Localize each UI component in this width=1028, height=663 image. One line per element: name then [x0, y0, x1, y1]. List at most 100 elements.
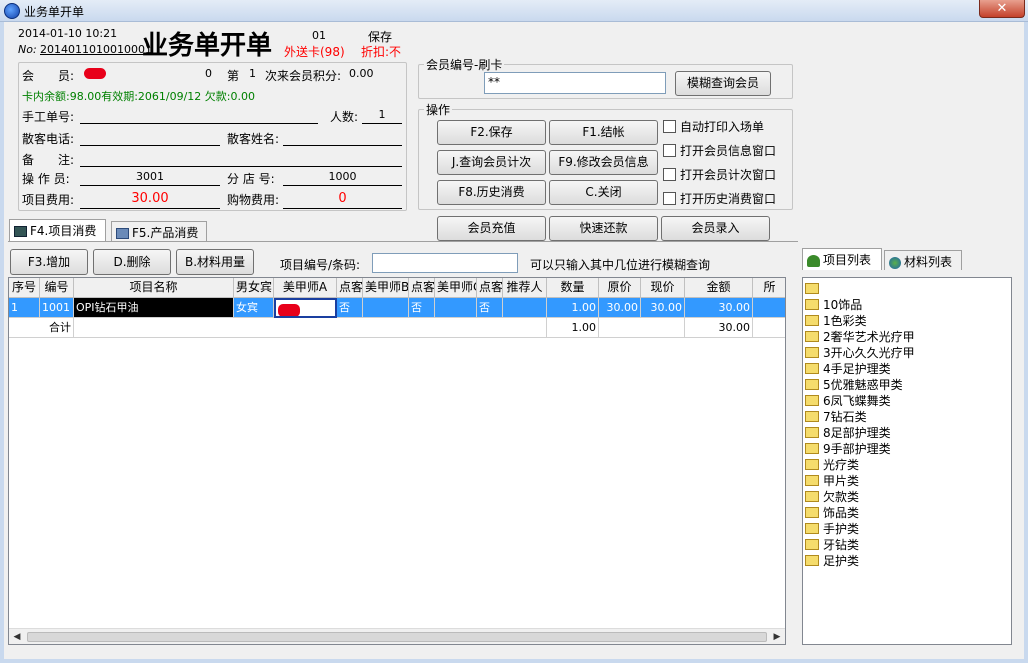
col-pick-a[interactable]: 点客: [337, 278, 363, 298]
col-extra[interactable]: 所: [753, 278, 785, 298]
branch-field[interactable]: 1000: [283, 170, 402, 186]
query-member-count-button[interactable]: J.查询会员计次: [437, 150, 546, 175]
history-consumption-button[interactable]: F8.历史消费: [437, 180, 546, 205]
cell-tech-a[interactable]: [274, 298, 337, 318]
grid-horizontal-scrollbar[interactable]: ◀ ▶: [9, 628, 785, 644]
tree-item[interactable]: 牙钻类: [805, 537, 859, 553]
tab-material-list[interactable]: 材料列表: [884, 250, 962, 270]
manual-no-field[interactable]: [80, 108, 318, 124]
col-seq[interactable]: 序号: [9, 278, 40, 298]
tree-item[interactable]: 饰品类: [805, 505, 859, 521]
col-code[interactable]: 编号: [40, 278, 74, 298]
grid-scroll-thumb[interactable]: [27, 632, 767, 642]
cell-price[interactable]: 30.00: [641, 298, 685, 318]
operator-field[interactable]: 3001: [80, 170, 220, 186]
member-recharge-button[interactable]: 会员充值: [437, 216, 546, 241]
tab-product-consumption[interactable]: F5.产品消费: [111, 221, 207, 241]
cell-qty[interactable]: 1.00: [547, 298, 599, 318]
tree-item-label: 饰品类: [823, 506, 860, 520]
cell-tech-b[interactable]: [363, 298, 409, 318]
tree-item[interactable]: 7钻石类: [805, 409, 867, 425]
note-field[interactable]: [80, 151, 402, 167]
total-qty: 1.00: [547, 318, 599, 338]
tree-item[interactable]: 5优雅魅惑甲类: [805, 377, 903, 393]
member-entry-button[interactable]: 会员录入: [661, 216, 770, 241]
tree-item[interactable]: 光疗类: [805, 457, 859, 473]
col-tech-a[interactable]: 美甲师A: [274, 278, 337, 298]
cell-pick-a[interactable]: 否: [337, 298, 363, 318]
member-count: 0: [205, 67, 212, 80]
folder-icon: [805, 347, 819, 358]
tree-item[interactable]: 6凤飞蝶舞类: [805, 393, 891, 409]
tree-item-label: 10饰品: [823, 298, 863, 312]
cell-pick-c[interactable]: 否: [477, 298, 503, 318]
close-order-button[interactable]: C.关闭: [549, 180, 658, 205]
folder-icon: [805, 379, 819, 390]
tree-item[interactable]: 4手足护理类: [805, 361, 891, 377]
open-member-count-checkbox[interactable]: [663, 168, 676, 181]
tree-item[interactable]: 甲片类: [805, 473, 859, 489]
tree-item[interactable]: 10饰品: [805, 297, 862, 313]
tree-item[interactable]: 欠款类: [805, 489, 859, 505]
delivery-card: 外送卡(98): [284, 45, 345, 59]
col-price[interactable]: 现价: [641, 278, 685, 298]
member-card-input[interactable]: **: [484, 72, 666, 94]
cell-name[interactable]: OPI钻石甲油: [74, 298, 234, 318]
quick-repay-button[interactable]: 快速还款: [549, 216, 658, 241]
close-window-button[interactable]: ✕: [979, 0, 1025, 18]
col-amount[interactable]: 金额: [685, 278, 753, 298]
cell-referrer[interactable]: [503, 298, 547, 318]
open-history-checkbox[interactable]: [663, 192, 676, 205]
col-tech-c[interactable]: 美甲师C: [435, 278, 477, 298]
tree-item[interactable]: 足护类: [805, 553, 859, 569]
window-titlebar[interactable]: [0, 0, 1028, 22]
table-row[interactable]: 1 1001 OPI钻石甲油 女宾 否 否 否 1.00 30.00 30.00…: [9, 298, 785, 318]
tree-item[interactable]: 1色彩类: [805, 313, 867, 329]
edit-member-info-button[interactable]: F9.修改会员信息: [549, 150, 658, 175]
scroll-left-icon[interactable]: ◀: [9, 629, 25, 644]
col-referrer[interactable]: 推荐人: [503, 278, 547, 298]
guest-phone-field[interactable]: [80, 130, 220, 146]
item-category-tree[interactable]: 10饰品 1色彩类 2奢华艺术光疗甲 3开心久久光疗甲 4手足护理类 5优雅魅惑…: [802, 277, 1012, 645]
folder-icon: [805, 443, 819, 454]
delete-item-button[interactable]: D.删除: [93, 249, 171, 275]
material-usage-button[interactable]: B.材料用量: [176, 249, 254, 275]
tab-item-list[interactable]: 项目列表: [802, 248, 882, 270]
col-name[interactable]: 项目名称: [74, 278, 234, 298]
tab-material-list-label: 材料列表: [904, 255, 953, 269]
tree-item[interactable]: 手护类: [805, 521, 859, 537]
add-item-button[interactable]: F3.增加: [10, 249, 88, 275]
barcode-input[interactable]: [372, 253, 518, 273]
tree-item[interactable]: 3开心久久光疗甲: [805, 345, 915, 361]
cell-tech-c[interactable]: [435, 298, 477, 318]
checkout-button[interactable]: F1.结帐: [549, 120, 658, 145]
people-field[interactable]: 1: [362, 108, 402, 124]
col-tech-b[interactable]: 美甲师B: [363, 278, 409, 298]
col-qty[interactable]: 数量: [547, 278, 599, 298]
folder-icon: [805, 395, 819, 406]
col-pick-b[interactable]: 点客: [409, 278, 435, 298]
item-grid[interactable]: 序号 编号 项目名称 男女宾 美甲师A 点客 美甲师B 点客 美甲师C 点客 推…: [8, 277, 786, 645]
open-member-info-checkbox[interactable]: [663, 144, 676, 157]
cell-pick-b[interactable]: 否: [409, 298, 435, 318]
globe-icon: [889, 256, 901, 269]
tree-item-label: 光疗类: [823, 458, 860, 472]
col-orig-price[interactable]: 原价: [599, 278, 641, 298]
col-pick-c[interactable]: 点客: [477, 278, 503, 298]
tab-item-consumption[interactable]: F4.项目消费: [9, 219, 106, 241]
scroll-right-icon[interactable]: ▶: [769, 629, 785, 644]
tree-item[interactable]: 2奢华艺术光疗甲: [805, 329, 915, 345]
cell-gender[interactable]: 女宾: [234, 298, 274, 318]
save-button[interactable]: F2.保存: [437, 120, 546, 145]
member-label: 会 员:: [22, 69, 75, 83]
tree-item-label: 欠款类: [823, 490, 860, 504]
tree-item[interactable]: 9手部护理类: [805, 441, 891, 457]
tree-item[interactable]: 8足部护理类: [805, 425, 891, 441]
guest-name-field[interactable]: [283, 130, 402, 146]
tree-item-root[interactable]: [805, 281, 823, 297]
col-gender[interactable]: 男女宾: [234, 278, 274, 298]
auto-print-checkbox[interactable]: [663, 120, 676, 133]
fuzzy-query-member-button[interactable]: 模糊查询会员: [675, 71, 771, 96]
points-value: 0.00: [349, 67, 374, 80]
tree-item-label: 手护类: [823, 522, 860, 536]
